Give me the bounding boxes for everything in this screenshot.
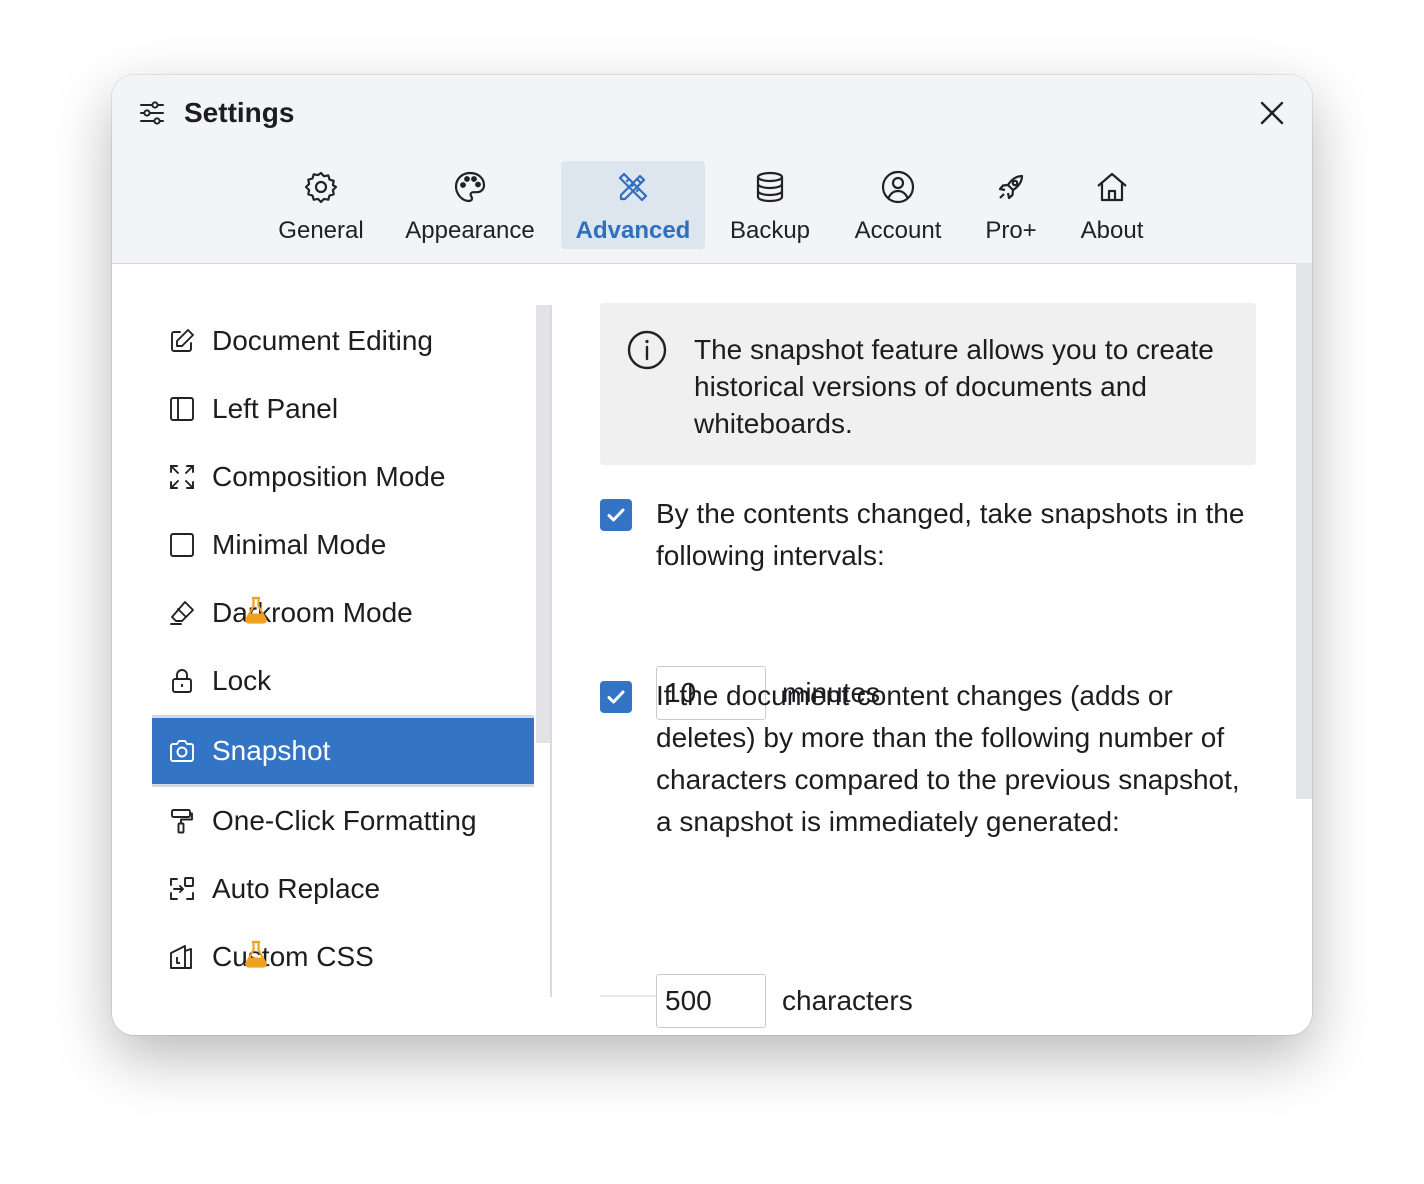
checkmark-icon — [607, 690, 625, 704]
tab-label: Appearance — [405, 217, 535, 244]
tab-about[interactable]: About — [1072, 161, 1152, 249]
tab-label: Backup — [729, 217, 811, 244]
sidebar-item-custom-css[interactable]: Custom CSS — [152, 923, 534, 991]
pencil-ruler-icon — [618, 172, 648, 202]
sidebar-item-label: Document Editing — [212, 325, 434, 356]
info-box: The snapshot feature allows you to creat… — [600, 303, 1256, 465]
content-scrollbar[interactable] — [1296, 263, 1312, 799]
tab-account[interactable]: Account — [848, 161, 948, 249]
sidebar-item-label: Snapshot — [212, 735, 331, 766]
sidebar-item-left-panel[interactable]: Left Panel — [152, 375, 534, 443]
sidebar-item-label: Minimal Mode — [212, 529, 387, 560]
sidebar-item-auto-replace[interactable]: Auto Replace — [152, 855, 534, 923]
gear-icon — [304, 171, 338, 204]
tab-label: Account — [854, 217, 942, 244]
close-icon — [1260, 101, 1284, 125]
home-icon — [1097, 172, 1127, 202]
checkmark-icon — [607, 508, 625, 522]
database-icon — [756, 171, 784, 203]
user-circle-icon — [881, 170, 915, 204]
sidebar-item-composition-mode[interactable]: Composition Mode — [152, 443, 534, 511]
close-button[interactable] — [1254, 95, 1290, 131]
snapshot-settings: The snapshot feature allows you to creat… — [600, 303, 1260, 1028]
sidebar-item-lock[interactable]: Lock — [152, 647, 534, 715]
tab-general[interactable]: General — [272, 161, 370, 249]
sidebar-item-label: Auto Replace — [212, 873, 381, 904]
sidebar-item-label: Left Panel — [212, 393, 339, 424]
chars-option-text: If the document content changes (adds or… — [656, 680, 1240, 837]
info-icon — [627, 330, 667, 370]
sidebar-item-label: Composition Mode — [212, 461, 446, 492]
window-title: Settings — [184, 97, 295, 128]
paint-roller-icon — [171, 809, 193, 834]
sidebar-item-text: Custom CSS — [212, 941, 374, 972]
content-divider — [600, 995, 656, 997]
expand-icon — [170, 465, 194, 489]
sidebar: Document Editing Left Panel Composition … — [152, 307, 534, 997]
sidebar-item-minimal-mode[interactable]: Minimal Mode — [152, 511, 534, 579]
sidebar-item-label: Darkroom Mode — [212, 596, 413, 630]
chars-checkbox[interactable] — [600, 681, 632, 713]
tab-appearance[interactable]: Appearance — [398, 161, 542, 249]
interval-option-text: By the contents changed, take snapshots … — [656, 498, 1245, 571]
sidebar-item-label: Custom CSS — [212, 940, 374, 974]
sidebar-scrollbar[interactable] — [536, 305, 550, 743]
settings-tabs: General Appearance Advanced Backup Accou… — [112, 161, 1312, 249]
tab-label: Pro+ — [985, 217, 1037, 244]
tab-advanced[interactable]: Advanced — [561, 161, 705, 249]
settings-header: Settings General Appearance Advanced Bac… — [112, 75, 1312, 264]
tab-backup[interactable]: Backup — [724, 161, 816, 249]
css-icon — [170, 945, 192, 969]
info-text: The snapshot feature allows you to creat… — [694, 334, 1214, 439]
chars-count-input[interactable] — [656, 974, 766, 1028]
flask-icon — [245, 596, 267, 624]
sidebar-item-snapshot[interactable]: Snapshot — [152, 715, 534, 787]
lock-icon — [172, 669, 192, 693]
rocket-icon — [998, 174, 1024, 200]
sidebar-item-label: One-Click Formatting — [212, 805, 477, 836]
chars-input-row: characters — [656, 973, 913, 1029]
palette-icon — [454, 171, 486, 203]
sidebar-item-one-click-formatting[interactable]: One-Click Formatting — [152, 787, 534, 855]
tab-pro[interactable]: Pro+ — [978, 161, 1044, 249]
tab-label: Advanced — [575, 217, 691, 244]
sidebar-item-darkroom-mode[interactable]: Darkroom Mode — [152, 579, 534, 647]
edit-icon — [171, 329, 194, 352]
square-icon — [170, 533, 194, 557]
settings-window: Settings General Appearance Advanced Bac… — [112, 75, 1312, 1035]
tab-label: General — [278, 217, 364, 244]
camera-icon — [170, 740, 194, 762]
panel-left-icon — [170, 397, 194, 421]
chars-unit: characters — [782, 985, 913, 1016]
tab-label: About — [1080, 217, 1144, 244]
sidebar-divider — [550, 305, 552, 997]
replace-icon — [170, 877, 194, 900]
sidebar-item-label: Lock — [212, 665, 272, 696]
sidebar-item-document-editing[interactable]: Document Editing — [152, 307, 534, 375]
interval-checkbox[interactable] — [600, 499, 632, 531]
eraser-icon — [170, 601, 194, 625]
flask-icon — [245, 940, 267, 968]
sliders-icon — [140, 101, 164, 125]
